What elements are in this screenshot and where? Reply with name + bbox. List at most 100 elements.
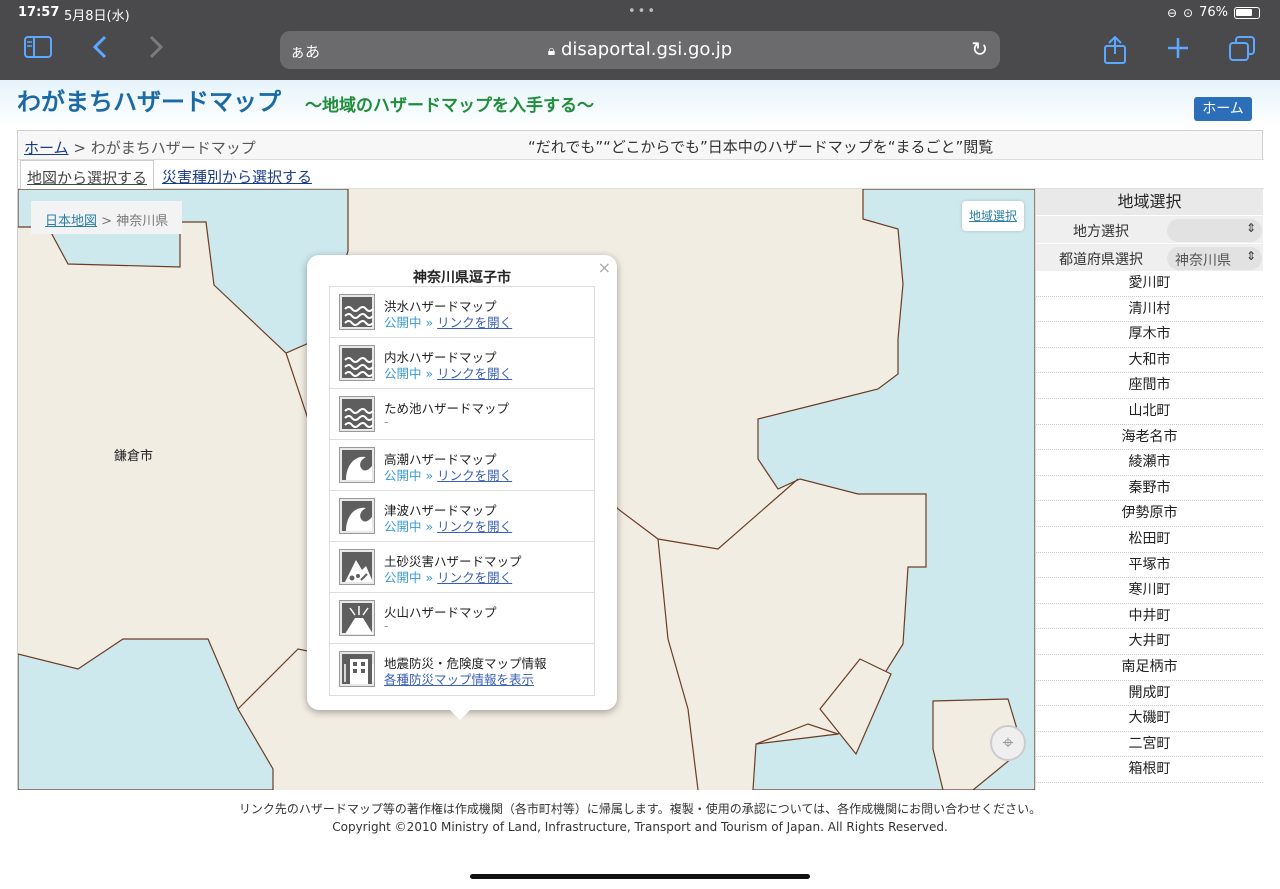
hazard-status: - [384,414,389,429]
map-crumb-separator: > [101,214,113,229]
storm-surge-icon [339,447,375,483]
hazard-item-reservoir: ため池ハザードマップ - [330,389,594,440]
hazard-status: 公開中 » リンクを開く [384,363,512,382]
tab-disaster-type-select[interactable]: 災害種別から選択する [156,160,318,189]
forward-icon[interactable] [148,34,164,66]
municipality-item[interactable]: 大磯町 [1036,706,1263,732]
municipality-item[interactable]: 平塚市 [1036,553,1263,579]
region-select-button[interactable]: 地域選択 [962,201,1024,231]
inland-flood-icon [339,345,375,381]
status-bar: 17:57 5月8日(水) ••• ⊖ ⊙ 76% [0,4,1280,24]
municipality-item[interactable]: 二宮町 [1036,732,1263,758]
open-link[interactable]: リンクを開く [437,468,512,483]
link-arrow: » [425,366,434,381]
region-select[interactable]: ⇕ [1167,219,1262,242]
municipality-item[interactable]: 座間市 [1036,373,1263,399]
municipality-item[interactable]: 山北町 [1036,399,1263,425]
tab-map-select[interactable]: 地図から選択する [20,160,155,189]
tabs-overview-icon[interactable] [1228,36,1256,68]
status-text: 公開中 [384,519,422,534]
open-link[interactable]: リンクを開く [437,366,512,381]
municipality-item[interactable]: 海老名市 [1036,425,1263,451]
municipality-item[interactable]: 南足柄市 [1036,655,1263,681]
new-tab-icon[interactable] [1166,36,1190,66]
open-link[interactable]: 各種防災マップ情報を表示 [384,672,534,687]
open-link[interactable]: リンクを開く [437,519,512,534]
hazard-status: 各種防災マップ情報を表示 [384,669,534,688]
breadcrumb-home-link[interactable]: ホーム [24,139,69,157]
copyright-line: Copyright ©2010 Ministry of Land, Infras… [332,820,948,834]
status-text: 公開中 [384,468,422,483]
site-subtitle: 〜地域のハザードマップを入手する〜 [305,96,594,116]
site-title[interactable]: わがまちハザードマップ [17,82,281,117]
breadcrumb-current: わがまちハザードマップ [90,139,256,157]
map-city-label[interactable]: 鎌倉市 [114,445,153,464]
locate-icon[interactable]: ⌖ [990,725,1026,761]
municipality-item[interactable]: 清川村 [1036,297,1263,323]
flood-icon [339,294,375,330]
url-value: disaportal.gsi.go.jp [560,39,733,60]
status-right: ⊖ ⊙ 76% [1167,5,1260,20]
hazard-name: 火山ハザードマップ [384,605,497,620]
municipality-item[interactable]: 寒川町 [1036,578,1263,604]
hazard-status: 公開中 » リンクを開く [384,312,512,331]
site-header: わがまちハザードマップ 〜地域のハザードマップを入手する〜 ホーム [0,80,1280,128]
hazard-item-tsunami: 津波ハザードマップ 公開中 » リンクを開く [330,491,594,542]
prefecture-select-label: 都道府県選択 [1059,252,1143,268]
lock-icon: 🔒︎ [547,43,556,59]
back-icon[interactable] [92,34,108,66]
link-arrow: » [425,468,434,483]
municipality-item[interactable]: 中井町 [1036,604,1263,630]
municipality-item[interactable]: 開成町 [1036,681,1263,707]
sidebar-title: 地域選択 [1036,189,1263,215]
hazard-item-landslide: 土砂災害ハザードマップ 公開中 » リンクを開く [330,542,594,593]
sidebar-toggle-icon[interactable] [24,36,52,64]
region-sidebar: 地域選択 地方選択 ⇕ 都道府県選択 神奈川県 ⇕ 愛川町 清川村 厚木市 大和市 座間市… [1035,189,1263,790]
lock-rotation-icon: ⊙ [1183,5,1194,20]
copyright-notice: リンク先のハザードマップ等の著作権は作成機関（各市町村等）に帰属します。複製・使… [238,802,1042,816]
municipality-item[interactable]: 大和市 [1036,348,1263,374]
municipality-item[interactable]: 秦野市 [1036,476,1263,502]
municipality-item[interactable]: 綾瀬市 [1036,450,1263,476]
chevron-updown-icon: ⇕ [1245,249,1256,263]
slogan: “だれでも”“どこからでも”日本中のハザードマップを“まるごと”閲覧 [528,138,994,156]
share-icon[interactable] [1102,35,1128,70]
region-select-row: 地方選択 ⇕ [1036,215,1263,243]
municipality-item[interactable]: 松田町 [1036,527,1263,553]
open-link[interactable]: リンクを開く [437,570,512,585]
url-text: 🔒︎ disaportal.gsi.go.jp [280,39,1000,60]
map-view[interactable]: 日本地図 > 神奈川県 地域選択 鎌倉市 ⌖ × 神奈川県逗子市 洪水ハザードマ… [18,189,1035,790]
battery-percent: 76% [1199,5,1228,20]
municipality-item[interactable]: 厚木市 [1036,322,1263,348]
status-text: 公開中 [384,315,422,330]
volcano-icon [339,600,375,636]
reload-icon[interactable]: ↻ [971,37,988,61]
address-bar[interactable]: ぁあ 🔒︎ disaportal.gsi.go.jp ↻ [280,31,1000,69]
link-arrow: » [425,315,434,330]
hazard-list: 洪水ハザードマップ 公開中 » リンクを開く 内水ハザードマップ 公開中 » リ… [329,286,595,696]
hazard-status: - [384,618,389,633]
reservoir-icon [339,396,375,432]
municipality-item[interactable]: 愛川町 [1036,271,1263,297]
multitask-dots[interactable]: ••• [628,4,657,19]
municipality-item[interactable]: 大井町 [1036,629,1263,655]
hazard-status: 公開中 » リンクを開く [384,516,512,535]
open-link[interactable]: リンクを開く [437,315,512,330]
status-text: 公開中 [384,570,422,585]
breadcrumb: ホーム > わがまちハザードマップ [24,137,256,158]
hazard-name: ため池ハザードマップ [384,401,510,416]
status-date: 5月8日(水) [64,9,130,24]
battery-icon [1234,6,1260,19]
home-button[interactable]: ホーム [1194,97,1252,121]
home-indicator[interactable] [470,874,810,879]
municipality-item[interactable]: 箱根町 [1036,757,1263,783]
municipality-item[interactable]: 伊勢原市 [1036,501,1263,527]
hazard-status: 公開中 » リンクを開く [384,465,512,484]
prefecture-select[interactable]: 神奈川県 ⇕ [1167,247,1262,270]
status-time: 17:57 [18,5,60,20]
hazard-item-volcano: 火山ハザードマップ - [330,593,594,644]
map-crumb-japan-link[interactable]: 日本地図 [45,214,97,229]
map-breadcrumb: 日本地図 > 神奈川県 [31,201,183,234]
hazard-item-inland-flood: 内水ハザードマップ 公開中 » リンクを開く [330,338,594,389]
region-select-label: 地方選択 [1073,224,1129,240]
